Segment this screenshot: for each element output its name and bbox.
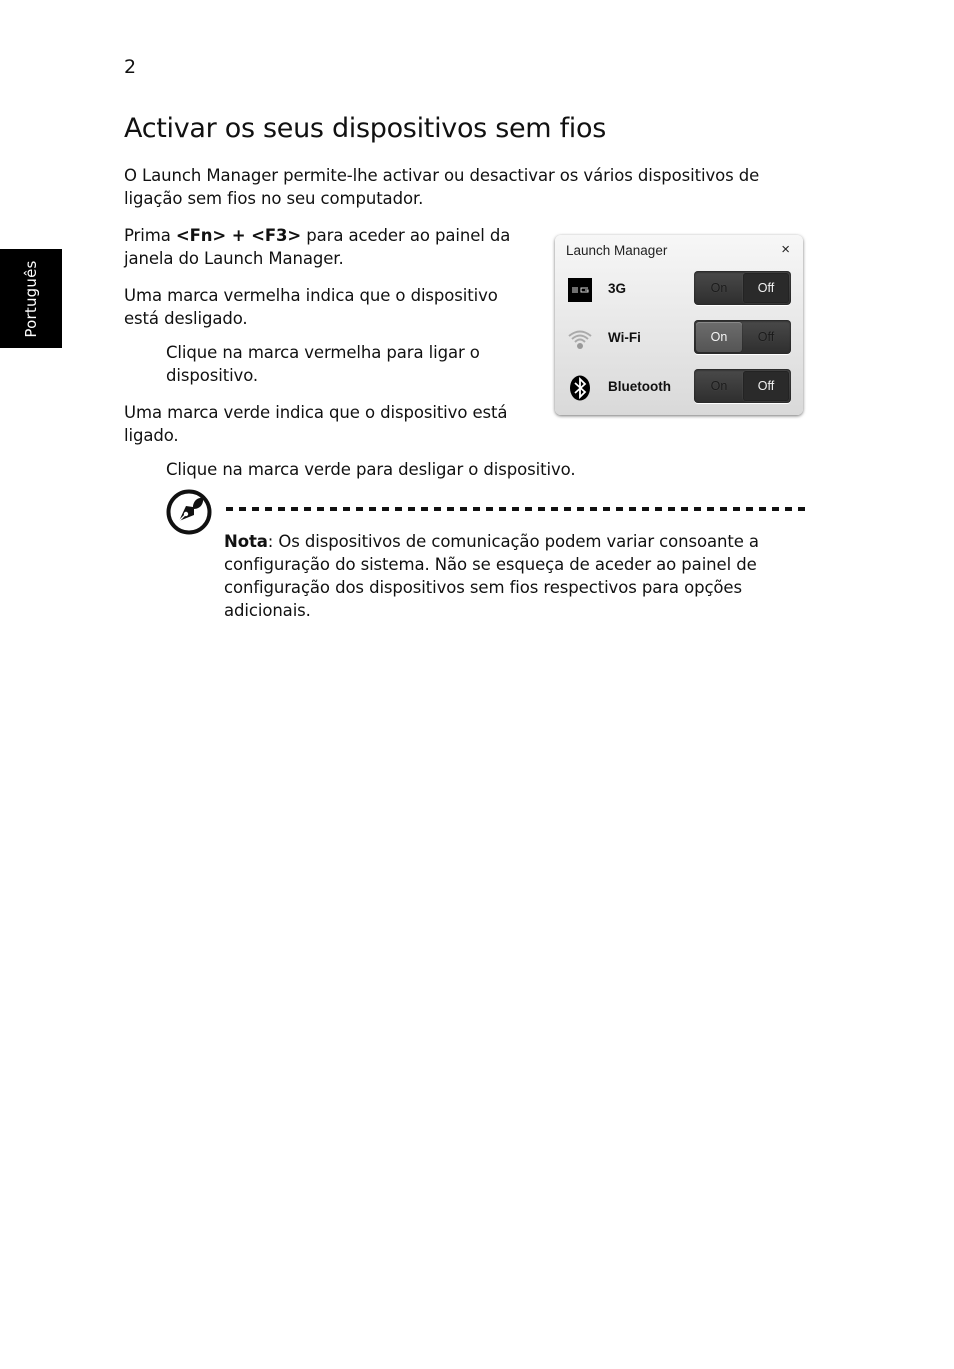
bluetooth-icon <box>570 375 590 401</box>
off-option[interactable]: Off <box>743 371 789 401</box>
off-option[interactable]: Off <box>743 273 789 303</box>
device-label: 3G <box>608 281 627 296</box>
note-label: Nota <box>224 532 268 551</box>
page-title: Activar os seus dispositivos sem fios <box>124 113 606 144</box>
note-paragraph: Nota: Os dispositivos de comunicação pod… <box>224 530 759 622</box>
keyboard-shortcut: <Fn> + <F3> <box>175 226 302 245</box>
red-mark-text: Uma marca vermelha indica que o disposit… <box>124 286 498 305</box>
page-number: 2 <box>124 56 137 78</box>
wifi-toggle-switch[interactable]: On Off <box>694 320 791 354</box>
bluetooth-toggle-switch[interactable]: On Off <box>694 369 791 403</box>
intro-paragraph: O Launch Manager permite-lhe activar ou … <box>124 164 759 210</box>
red-mark-action: Clique na marca vermelha para ligar o di… <box>166 341 480 387</box>
green-mark-paragraph: Uma marca verde indica que o dispositivo… <box>124 401 508 447</box>
red-mark-text: está desligado. <box>124 309 248 328</box>
language-side-tab: Português <box>0 249 62 348</box>
shortcut-text: para aceder ao painel da <box>301 226 511 245</box>
note-divider <box>226 507 810 511</box>
red-action-text: dispositivo. <box>166 366 259 385</box>
red-action-text: Clique na marca vermelha para ligar o <box>166 343 480 362</box>
device-row-bluetooth: Bluetooth On Off <box>555 369 803 405</box>
on-option[interactable]: On <box>696 371 742 401</box>
note-text: : Os dispositivos de comunicação podem v… <box>267 532 759 551</box>
intro-line: O Launch Manager permite-lhe activar ou … <box>124 166 760 185</box>
shortcut-text: Prima <box>124 226 176 245</box>
device-label: Bluetooth <box>608 379 671 394</box>
on-option[interactable]: On <box>696 273 742 303</box>
3g-icon <box>568 278 592 302</box>
shortcut-text: janela do Launch Manager. <box>124 249 344 268</box>
intro-line: ligação sem fios no seu computador. <box>124 189 424 208</box>
note-text: configuração dos dispositivos sem fios r… <box>224 578 742 597</box>
shortcut-paragraph: Prima <Fn> + <F3> para aceder ao painel … <box>124 224 510 270</box>
on-option[interactable]: On <box>696 322 742 352</box>
dialog-title: Launch Manager <box>566 243 668 258</box>
device-label: Wi-Fi <box>608 330 641 345</box>
off-option[interactable]: Off <box>743 322 789 352</box>
green-mark-text: ligado. <box>124 426 179 445</box>
launch-manager-dialog: Launch Manager × 3G On Off Wi-Fi On Off <box>555 235 803 415</box>
note-text: configuração do sistema. Não se esqueça … <box>224 555 757 574</box>
note-text: adicionais. <box>224 601 311 620</box>
close-icon[interactable]: × <box>781 241 790 258</box>
green-mark-text: Uma marca verde indica que o dispositivo… <box>124 403 508 422</box>
device-row-wifi: Wi-Fi On Off <box>555 320 803 356</box>
green-mark-action: Clique na marca verde para desligar o di… <box>166 460 576 479</box>
note-pen-icon <box>166 489 212 535</box>
3g-toggle-switch[interactable]: On Off <box>694 271 791 305</box>
red-mark-paragraph: Uma marca vermelha indica que o disposit… <box>124 284 498 330</box>
device-row-3g: 3G On Off <box>555 271 803 307</box>
wifi-icon <box>568 330 592 349</box>
language-label: Português <box>22 259 40 338</box>
